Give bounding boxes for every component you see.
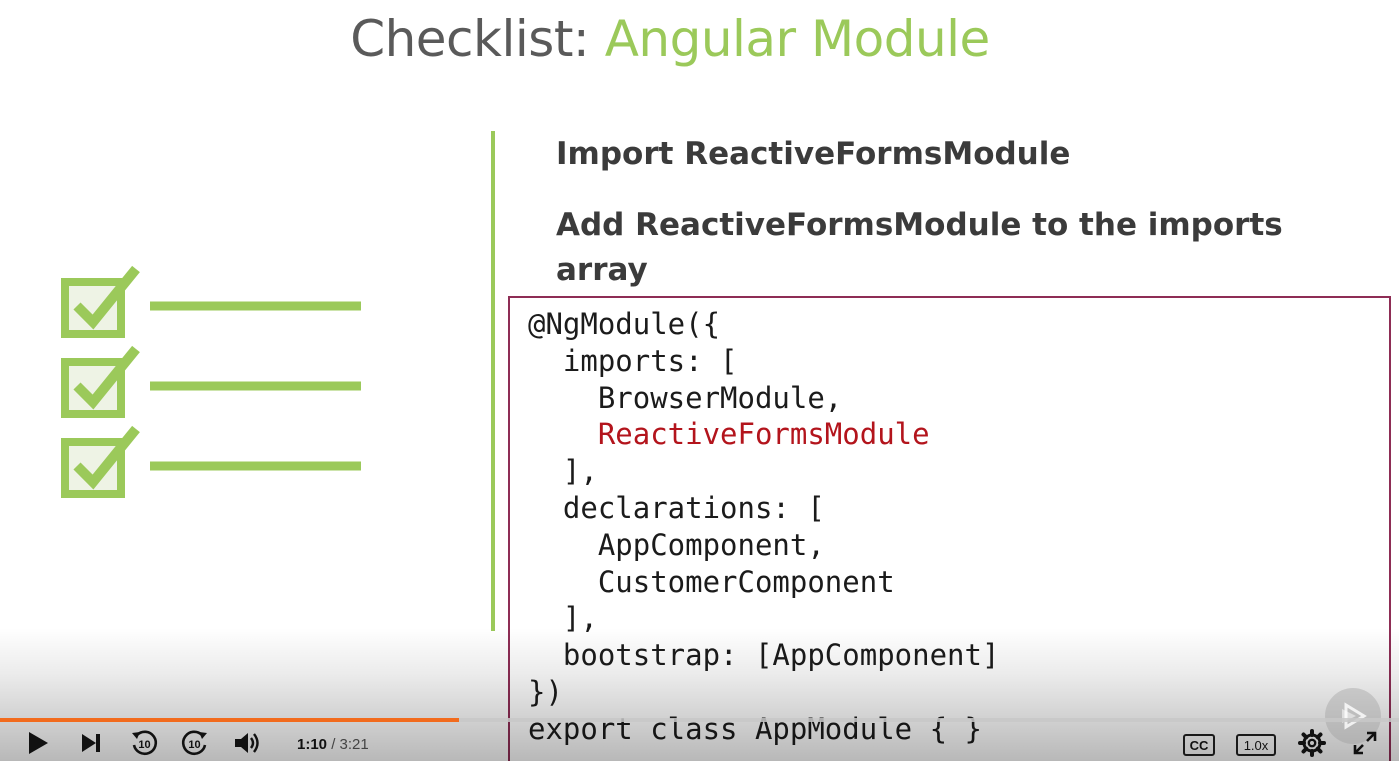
code-line: CustomerComponent bbox=[528, 564, 895, 599]
code-box: @NgModule({ imports: [ BrowserModule, Re… bbox=[508, 296, 1391, 761]
svg-text:10: 10 bbox=[188, 739, 200, 751]
code-line: ], bbox=[528, 454, 598, 489]
forward-10-button[interactable]: 10 bbox=[179, 728, 211, 758]
slide: Checklist: Angular Module Import Reactiv… bbox=[0, 0, 1399, 761]
slide-title: Checklist: Angular Module bbox=[0, 10, 1340, 68]
svg-text:10: 10 bbox=[138, 739, 150, 751]
speed-label: 1.0x bbox=[1243, 737, 1269, 753]
volume-button[interactable] bbox=[232, 728, 262, 758]
title-prefix: Checklist: bbox=[350, 10, 605, 68]
forward-10-icon: 10 bbox=[181, 730, 207, 756]
settings-button[interactable] bbox=[1297, 728, 1327, 758]
player-controls: 10 10 1:10 / 3:21 CC 1.0x bbox=[0, 722, 1399, 761]
code-line-highlight: ReactiveFormsModule bbox=[528, 417, 930, 452]
bullet-import: Import ReactiveFormsModule bbox=[556, 136, 1071, 172]
fullscreen-button[interactable] bbox=[1350, 728, 1380, 758]
title-highlight: Angular Module bbox=[604, 10, 991, 68]
checklist-icon bbox=[61, 265, 361, 498]
code-line: imports: [ bbox=[528, 343, 738, 378]
fullscreen-icon bbox=[1353, 731, 1377, 755]
captions-icon: CC bbox=[1189, 737, 1209, 753]
total-time: 3:21 bbox=[339, 736, 369, 753]
settings-icon bbox=[1298, 729, 1326, 757]
play-button[interactable] bbox=[24, 728, 52, 758]
rewind-10-icon: 10 bbox=[132, 730, 158, 756]
time-separator: / bbox=[327, 736, 340, 753]
rewind-10-button[interactable]: 10 bbox=[128, 728, 160, 758]
bullet-add-imports: Add ReactiveFormsModule to the imports a… bbox=[556, 207, 1283, 288]
volume-icon bbox=[235, 733, 259, 753]
skip-next-button[interactable] bbox=[78, 728, 104, 758]
time-display: 1:10 / 3:21 bbox=[297, 736, 369, 753]
speed-button[interactable]: 1.0x bbox=[1236, 734, 1276, 756]
skip-next-icon bbox=[82, 734, 100, 752]
code-line: BrowserModule, bbox=[528, 380, 843, 415]
captions-button[interactable]: CC bbox=[1183, 734, 1215, 756]
current-time: 1:10 bbox=[297, 736, 328, 753]
code-line: ], bbox=[528, 601, 598, 636]
vertical-divider bbox=[491, 131, 495, 631]
code-line: AppComponent, bbox=[528, 527, 825, 562]
code-line: declarations: [ bbox=[528, 490, 825, 525]
code-block: @NgModule({ imports: [ BrowserModule, Re… bbox=[528, 306, 999, 748]
code-line: bootstrap: [AppComponent] bbox=[528, 638, 1000, 673]
code-line: @NgModule({ bbox=[528, 307, 721, 341]
play-icon bbox=[29, 732, 48, 754]
code-line: }) bbox=[528, 674, 563, 709]
